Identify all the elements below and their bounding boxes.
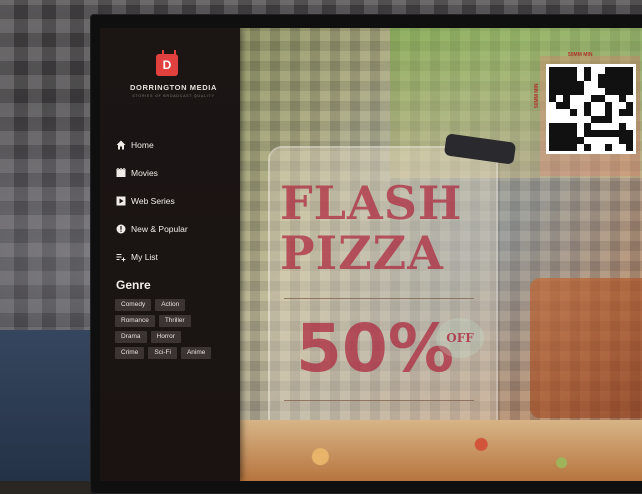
nav-item-label: Movies	[131, 168, 158, 178]
pizza-side-image	[530, 278, 642, 418]
main-nav: Home Movies Web Series New & Popular My …	[116, 131, 234, 271]
nav-item-movies[interactable]: Movies	[116, 159, 234, 187]
nav-item-label: My List	[131, 252, 158, 262]
qr-height-label: 50MM MIN	[534, 83, 540, 108]
genre-chip-anime[interactable]: Anime	[180, 347, 212, 359]
genre-chip-horror[interactable]: Horror	[150, 331, 181, 343]
genre-row: Crime Sci-Fi Anime	[115, 347, 230, 359]
promo-line-flash: FLASH	[280, 176, 463, 230]
genre-chips: Comedy Action Romance Thriller Drama Hor…	[115, 299, 230, 363]
qr-code[interactable]	[546, 64, 636, 154]
genre-chip-drama[interactable]: Drama	[115, 331, 147, 343]
sidebar: D DORRINGTON MEDIA STORIES OF BROADCAST …	[100, 28, 240, 481]
brand-tagline: STORIES OF BROADCAST QUALITY	[132, 94, 215, 98]
play-icon	[116, 196, 126, 206]
list-add-icon	[116, 254, 126, 262]
pizza-image	[240, 420, 642, 481]
genre-row: Drama Horror	[115, 331, 230, 343]
brand-name: DORRINGTON MEDIA	[130, 83, 217, 92]
nav-item-home[interactable]: Home	[116, 131, 234, 159]
info-icon	[116, 224, 126, 234]
genre-chip-comedy[interactable]: Comedy	[115, 299, 152, 311]
tv-screen: FLASH PIZZA 50% OFF 50MM MIN 50MM MIN D …	[100, 28, 642, 481]
genre-chip-action[interactable]: Action	[155, 299, 186, 311]
promo-headline: FLASH PIZZA	[280, 178, 500, 278]
genre-chip-thriller[interactable]: Thriller	[158, 315, 191, 327]
nav-item-label: Web Series	[131, 196, 175, 206]
promo-line-pizza: PIZZA	[280, 226, 444, 280]
background-person-jeans	[0, 330, 96, 481]
promo-divider-bottom	[284, 400, 474, 401]
genre-chip-sci-fi[interactable]: Sci-Fi	[148, 347, 177, 359]
qr-code-pattern	[549, 67, 633, 151]
genre-heading: Genre	[116, 278, 151, 292]
movies-icon	[116, 168, 126, 177]
nav-item-new-popular[interactable]: New & Popular	[116, 215, 234, 243]
nav-item-web-series[interactable]: Web Series	[116, 187, 234, 215]
promo-divider-top	[284, 298, 474, 299]
brand-logo-letter: D	[162, 58, 172, 72]
home-icon	[116, 140, 126, 150]
nav-item-my-list[interactable]: My List	[116, 243, 234, 271]
nav-item-label: New & Popular	[131, 224, 188, 234]
promo-discount: 50%	[296, 310, 454, 387]
qr-width-label: 50MM MIN	[568, 52, 593, 58]
genre-chip-romance[interactable]: Romance	[115, 315, 155, 327]
genre-row: Comedy Action	[115, 299, 230, 311]
promo-off-badge: OFF	[436, 318, 484, 358]
tv-antenna-shape	[162, 50, 176, 56]
genre-row: Romance Thriller	[115, 315, 230, 327]
brand-logo-icon[interactable]: D	[156, 50, 178, 76]
genre-chip-crime[interactable]: Crime	[115, 347, 145, 359]
nav-item-label: Home	[131, 140, 154, 150]
